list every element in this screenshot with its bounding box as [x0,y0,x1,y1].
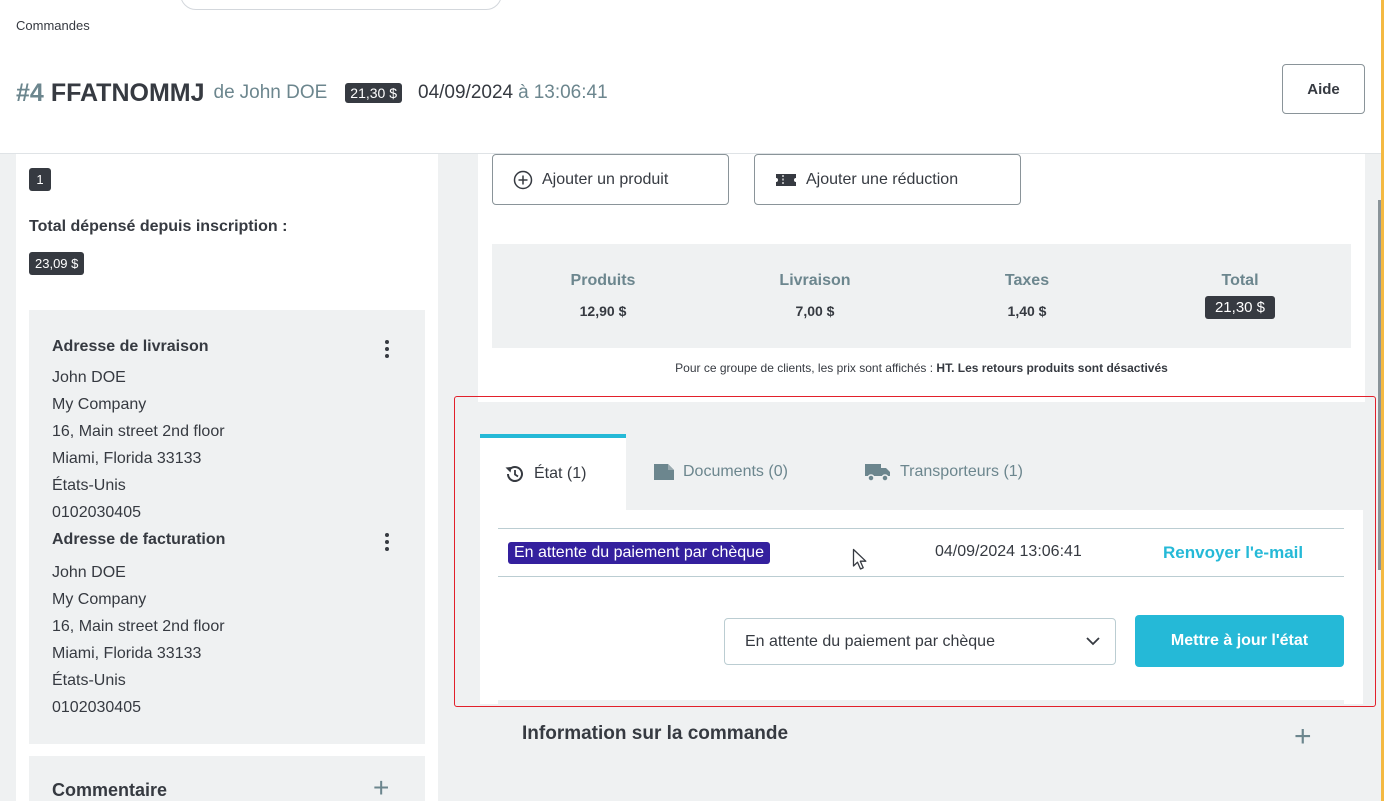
shipping-total-value: 7,00 $ [795,303,835,319]
invoice-address-line: John DOE [52,564,126,581]
delivery-address-phone: 0102030405 [52,504,141,521]
chevron-down-icon [1086,637,1100,646]
invoice-address-line: Miami, Florida 33133 [52,645,202,662]
price-note-returns: Les retours produits sont désactivés [957,361,1168,375]
addresses-box: Adresse de livraison John DOE My Company… [29,310,425,744]
add-product-label: Ajouter un produit [542,170,669,188]
status-date: 04/09/2024 13:06:41 [935,543,1082,560]
order-information-section[interactable]: Information sur la commande + [498,700,1344,777]
order-date: 04/09/2024 [418,82,514,103]
delivery-address-line: Miami, Florida 33133 [52,450,202,467]
comment-title: Commentaire [52,780,168,800]
customer-name: John DOE [239,82,328,103]
history-icon [505,466,523,482]
page-title: #4 FFATNOMMJ de John DOE 21,30 $ 04/09/2… [16,76,608,110]
products-total-value: 12,90 $ [579,303,627,319]
invoice-address-line: États-Unis [52,672,126,689]
delivery-address-menu-icon[interactable] [380,336,394,362]
plus-icon[interactable]: + [373,774,389,801]
invoice-address-line: My Company [52,591,147,608]
delivery-address-line: États-Unis [52,477,126,494]
price-display-note: Pour ce groupe de clients, les prix sont… [492,361,1351,375]
status-badge: En attente du paiement par chèque [508,542,770,564]
tab-list: État (1) Documents (0) Transporteurs (1) [480,434,1365,510]
document-icon [654,464,674,480]
order-at-label: à [518,82,529,103]
orders-count-badge: 1 [29,168,51,191]
invoice-address-phone: 0102030405 [52,699,141,716]
delivery-address-line: 16, Main street 2nd floor [52,423,225,440]
comment-section[interactable]: Commentaire + [29,756,425,801]
total-spent-badge: 23,09 $ [29,252,85,275]
order-reference: FFATNOMMJ [50,78,205,107]
invoice-address-title: Adresse de facturation [52,531,226,548]
delivery-address-line: My Company [52,396,147,413]
tab-status-label: État (1) [534,465,587,482]
order-information-title: Information sur la commande [522,723,789,744]
add-discount-button[interactable]: Ajouter une réduction [754,154,1021,205]
status-tab-panel: En attente du paiement par chèque 04/09/… [480,510,1363,704]
order-main-panel: Ajouter un produit Ajouter une réduction… [478,154,1365,801]
delivery-address-title: Adresse de livraison [52,338,209,355]
status-select[interactable]: En attente du paiement par chèque [724,618,1116,665]
products-total-label: Produits [570,272,636,289]
taxes-total-value: 1,40 $ [1007,303,1047,319]
delivery-address-line: John DOE [52,369,126,386]
add-product-button[interactable]: Ajouter un produit [492,154,729,205]
resend-email-link[interactable]: Renvoyer l'e-mail [1163,543,1303,563]
invoice-address-menu-icon[interactable] [380,529,394,555]
order-of-label: de [213,82,235,103]
shipping-total-label: Livraison [779,272,851,289]
help-button[interactable]: Aide [1282,64,1365,114]
scrollbar[interactable] [1378,200,1381,570]
tab-carriers[interactable]: Transporteurs (1) [864,434,1023,510]
truck-icon [865,464,890,482]
tab-documents-label: Documents (0) [683,463,788,480]
plus-icon[interactable]: + [1294,722,1312,752]
total-spent-label: Total dépensé depuis inscription : [29,218,288,235]
plus-circle-icon [513,170,533,189]
tab-carriers-label: Transporteurs (1) [900,463,1023,480]
order-time: 13:06:41 [533,82,608,103]
order-totals: Produits 12,90 $ Livraison 7,00 $ Taxes … [492,244,1351,348]
tab-status[interactable]: État (1) [480,434,626,510]
status-select-value: En attente du paiement par chèque [745,632,995,650]
breadcrumb[interactable]: Commandes [16,18,90,33]
add-discount-label: Ajouter une réduction [806,170,959,188]
table-row: En attente du paiement par chèque 04/09/… [498,528,1344,577]
ticket-icon [776,173,796,186]
mouse-pointer-icon [852,548,867,570]
invoice-address-line: 16, Main street 2nd floor [52,618,225,635]
grand-total-badge: 21,30 $ [1204,296,1276,319]
price-note-prefix: Pour ce groupe de clients, les prix sont… [675,361,934,375]
taxes-total-label: Taxes [1004,272,1050,289]
search-input[interactable] [180,0,502,10]
order-total-badge: 21,30 $ [345,83,403,103]
customer-panel: 1 Total dépensé depuis inscription : 23,… [16,154,438,801]
price-note-tax-mode: HT. [936,361,955,375]
grand-total-label: Total [1221,272,1259,289]
update-status-button[interactable]: Mettre à jour l'état [1135,615,1344,667]
order-number: #4 [16,78,44,107]
tab-documents[interactable]: Documents (0) [653,434,788,510]
